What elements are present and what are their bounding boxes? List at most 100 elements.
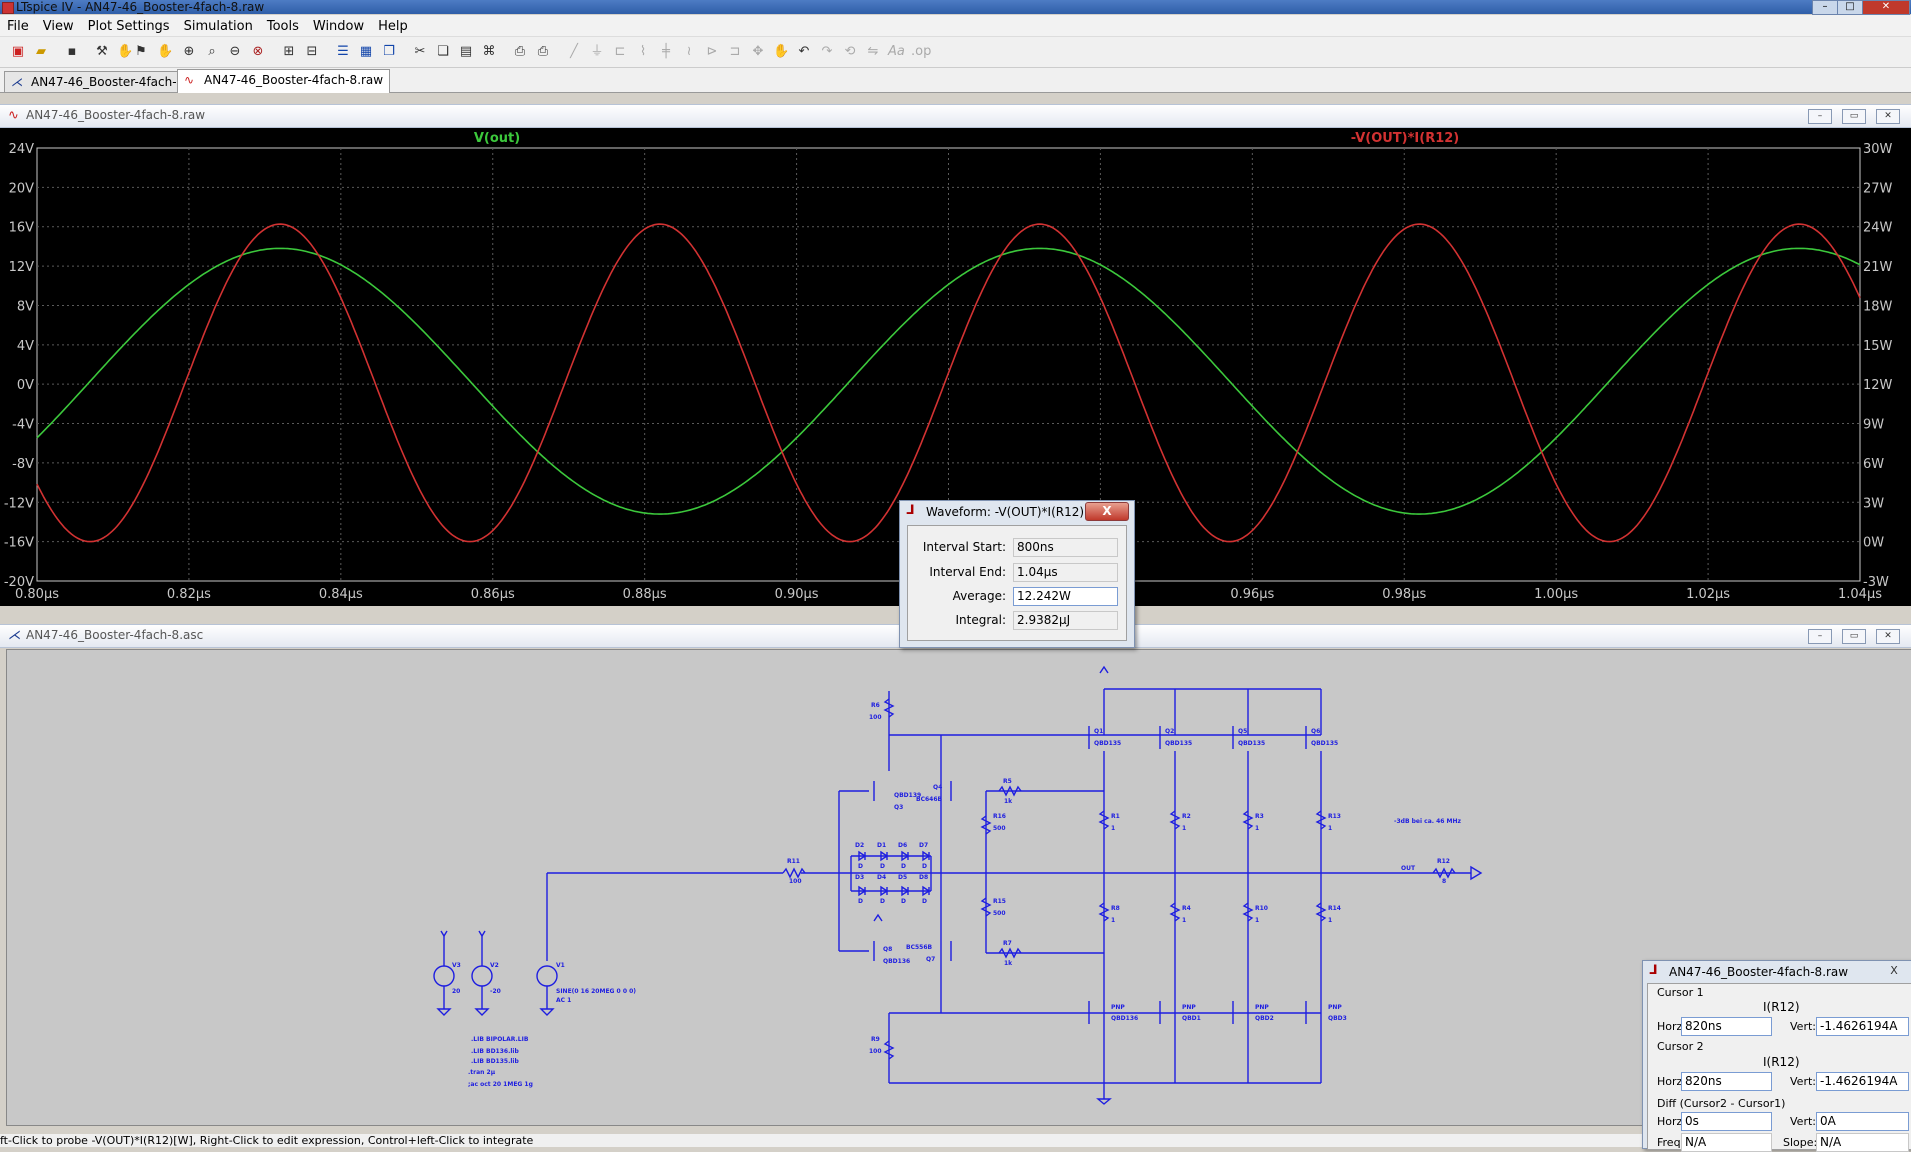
r10-val: 1 xyxy=(1255,917,1259,924)
cursor-dialog-close-button[interactable]: X xyxy=(1883,964,1905,978)
cursor1-vert-field[interactable]: -1.4626194A xyxy=(1816,1017,1909,1036)
x-tick-label: 1.00µs xyxy=(1534,587,1578,602)
capacitor-icon[interactable]: ╪ xyxy=(658,44,674,60)
minimize-window-button[interactable]: – xyxy=(1812,0,1838,15)
tile-horizontal-icon[interactable]: ☰ xyxy=(335,44,351,60)
cursor-dialog: ⅃ AN47-46_Booster-4fach-8.raw X Cursor 1… xyxy=(1642,960,1911,1152)
r15-val: 500 xyxy=(993,910,1006,917)
r3-val: 1 xyxy=(1255,825,1259,832)
control-panel-icon[interactable]: ⚒ xyxy=(94,44,110,60)
diff-slope-label: Slope: xyxy=(1783,1136,1818,1149)
pan-icon[interactable]: ✋ xyxy=(157,44,173,60)
label-net-icon[interactable]: ⊏ xyxy=(612,44,628,60)
v1-val: SINE(0 16 20MEG 0 0 0) xyxy=(556,988,636,995)
v1-ref: V1 xyxy=(556,962,565,969)
cursor1-horz-field[interactable]: 820ns xyxy=(1681,1017,1772,1036)
new-schematic-icon[interactable]: ▣ xyxy=(10,44,26,60)
diff-horz-field[interactable]: 0s xyxy=(1681,1112,1772,1131)
integral-field[interactable]: 2.9382µJ xyxy=(1013,611,1118,630)
y-left-tick-label: 16V xyxy=(9,221,35,236)
v2-val: -20 xyxy=(490,988,501,995)
print-preview-icon[interactable]: ⎙ xyxy=(512,44,528,60)
cursor2-group-label: Cursor 2 xyxy=(1657,1040,1704,1053)
wire-icon[interactable]: ╱ xyxy=(566,44,582,60)
r16-ref: R16 xyxy=(993,813,1006,820)
inductor-icon[interactable]: ≀ xyxy=(681,44,697,60)
diff-slope-field[interactable]: N/A xyxy=(1816,1133,1909,1152)
zoom-fit-icon[interactable]: ⊗ xyxy=(250,44,266,60)
open-icon[interactable]: ▰ xyxy=(33,44,49,60)
y-right-tick-label: 9W xyxy=(1863,418,1884,433)
y-right-tick-label: 6W xyxy=(1863,457,1884,472)
plot-minimize-button[interactable]: – xyxy=(1808,109,1832,124)
schematic-restore-button[interactable]: ▭ xyxy=(1842,629,1866,644)
menu-tools[interactable]: Tools xyxy=(260,15,306,36)
cursor2-horz-field[interactable]: 820ns xyxy=(1681,1072,1772,1091)
redo-icon[interactable]: ↷ xyxy=(819,44,835,60)
undo-icon[interactable]: ↶ xyxy=(796,44,812,60)
q2-part: QBD135 xyxy=(1165,740,1192,747)
waveform-dialog-close-button[interactable]: X xyxy=(1085,502,1129,521)
halt-icon[interactable]: ✋ xyxy=(117,44,133,60)
rotate-icon[interactable]: ⟲ xyxy=(842,44,858,60)
cascade-icon[interactable]: ❐ xyxy=(381,44,397,60)
move-icon[interactable]: ✥ xyxy=(750,44,766,60)
menu-view[interactable]: View xyxy=(36,15,81,36)
y-left-tick-label: -8V xyxy=(12,457,34,472)
diff-freq-field[interactable]: N/A xyxy=(1681,1133,1772,1152)
average-field[interactable]: 12.242W xyxy=(1013,587,1118,606)
cursor-dialog-titlebar: ⅃ AN47-46_Booster-4fach-8.raw X xyxy=(1643,961,1911,982)
diode-icon[interactable]: ⊳ xyxy=(704,44,720,60)
paste-icon[interactable]: ▤ xyxy=(458,44,474,60)
r15-ref: R15 xyxy=(993,898,1006,905)
plot-restore-button[interactable]: ▭ xyxy=(1842,109,1866,124)
menu-simulation[interactable]: Simulation xyxy=(177,15,260,36)
cursor2-vert-label: Vert: xyxy=(1790,1075,1816,1088)
menu-window[interactable]: Window xyxy=(306,15,371,36)
y-left-tick-label: -4V xyxy=(12,418,34,433)
drag-icon[interactable]: ✋ xyxy=(773,44,789,60)
d6-ref: D6 xyxy=(898,842,907,849)
interval-end-field[interactable]: 1.04µs xyxy=(1013,563,1118,582)
menu-help[interactable]: Help xyxy=(371,15,415,36)
x-tick-label: 1.02µs xyxy=(1686,587,1730,602)
cursor2-vert-field[interactable]: -1.4626194A xyxy=(1816,1072,1909,1091)
interval-start-field[interactable]: 800ns xyxy=(1013,538,1118,557)
plot-close-button[interactable]: ✕ xyxy=(1876,109,1900,124)
find-icon[interactable]: ⌘ xyxy=(481,44,497,60)
cut-icon[interactable]: ✂ xyxy=(412,44,428,60)
zoom-in-icon[interactable]: ⊕ xyxy=(181,44,197,60)
maximize-window-button[interactable]: □ xyxy=(1837,0,1863,15)
run-icon[interactable]: ⚑ xyxy=(133,44,149,60)
schematic-canvas[interactable]: Q1 QBD135 Q2 QBD135 Q5 QBD135 Q6 QBD135 QBD1… xyxy=(6,649,1911,1126)
close-window-button[interactable]: ✕ xyxy=(1862,0,1910,15)
waveform-dialog-titlebar: ⅃ Waveform: -V(OUT)*I(R12) X xyxy=(900,501,1134,523)
print-icon[interactable]: ⎙ xyxy=(535,44,551,60)
schematic-minimize-button[interactable]: – xyxy=(1808,629,1832,644)
save-icon[interactable]: ▪ xyxy=(64,44,80,60)
schematic-close-button[interactable]: ✕ xyxy=(1876,629,1900,644)
zoom-out-icon[interactable]: ⊖ xyxy=(227,44,243,60)
cursor1-vert-label: Vert: xyxy=(1790,1020,1816,1033)
zoom-area-icon[interactable]: ⌕ xyxy=(204,44,220,60)
menu-plot-settings[interactable]: Plot Settings xyxy=(81,15,177,36)
component-icon[interactable]: ⊐ xyxy=(727,44,743,60)
tab-waveform[interactable]: ∿ AN47-46_Booster-4fach-8.raw xyxy=(177,69,391,93)
d2-ref: D2 xyxy=(855,842,864,849)
y-right-tick-label: 27W xyxy=(1863,181,1893,196)
mirror-icon[interactable]: ⇋ xyxy=(865,44,881,60)
copy-icon[interactable]: ❏ xyxy=(435,44,451,60)
r6-val: 100 xyxy=(869,714,882,721)
pnp2-ref: PNP xyxy=(1182,1004,1196,1011)
diff-vert-field[interactable]: 0A xyxy=(1816,1112,1909,1131)
waveform-dialog-title: Waveform: -V(OUT)*I(R12) xyxy=(926,505,1085,519)
autorange-icon[interactable]: ⊞ xyxy=(281,44,297,60)
tile-vertical-icon[interactable]: ▦ xyxy=(358,44,374,60)
spice-directive-icon[interactable]: .op xyxy=(911,44,931,60)
ground-icon[interactable]: ⏚ xyxy=(589,44,605,60)
schematic-icon: ⋌ xyxy=(11,75,23,89)
menu-file[interactable]: File xyxy=(0,15,36,36)
resistor-icon[interactable]: ⌇ xyxy=(635,44,651,60)
autorange-y-icon[interactable]: ⊟ xyxy=(304,44,320,60)
text-icon[interactable]: Aa xyxy=(888,44,905,60)
